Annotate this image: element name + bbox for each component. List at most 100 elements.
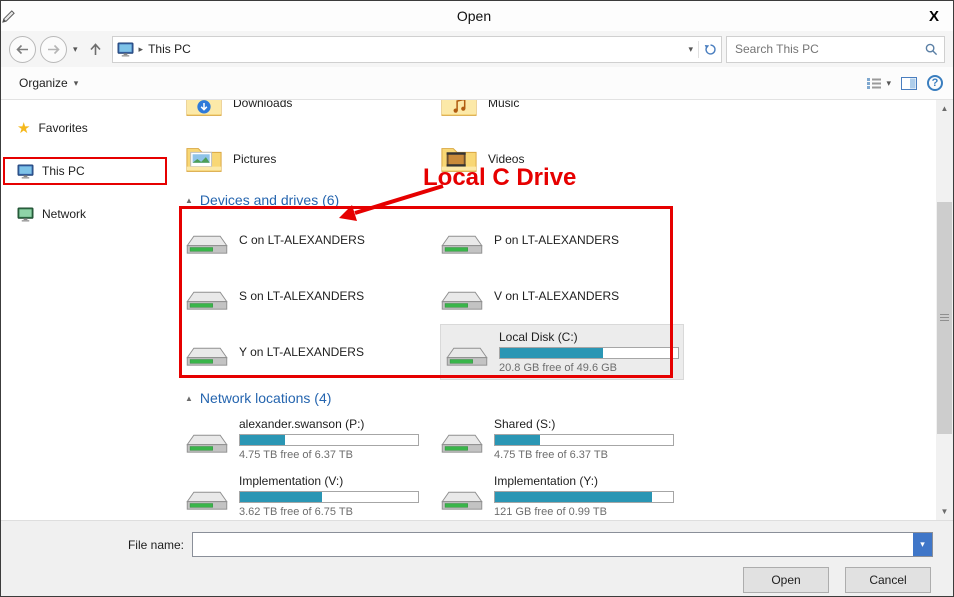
- capacity-bar: [494, 490, 674, 503]
- drive-tile-v[interactable]: V on LT-ALEXANDERS: [440, 268, 695, 324]
- navigation-bar: ▾ ▸ This PC ▾: [1, 31, 953, 67]
- organize-button[interactable]: Organize ▾: [11, 72, 86, 94]
- folder-name: Pictures: [233, 152, 277, 166]
- address-divider: [698, 40, 699, 58]
- annotation-box-this-pc: This PC: [3, 157, 167, 185]
- dialog-body: ★ Favorites This PC Network Downloads Mu…: [1, 100, 953, 520]
- filename-input[interactable]: [193, 533, 913, 556]
- network-grid: alexander.swanson (P:) 4.75 TB free of 6…: [185, 410, 936, 520]
- drive-tile-s[interactable]: S on LT-ALEXANDERS: [185, 268, 440, 324]
- devices-grid: C on LT-ALEXANDERS P on LT-ALEXANDERS S …: [185, 212, 936, 380]
- search-icon[interactable]: [925, 43, 938, 56]
- preview-pane-icon: [901, 76, 917, 90]
- drive-icon: [186, 235, 228, 254]
- drive-icon: [186, 347, 228, 366]
- drive-icon: [186, 291, 228, 310]
- preview-pane-button[interactable]: [901, 76, 917, 90]
- drive-info: Implementation (Y:) 121 GB free of 0.99 …: [494, 474, 674, 518]
- vertical-scrollbar[interactable]: ▲ ▼: [936, 100, 953, 520]
- free-space-text: 4.75 TB free of 6.37 TB: [494, 448, 608, 461]
- pencil-icon: [1, 9, 31, 24]
- cancel-button[interactable]: Cancel: [845, 567, 931, 593]
- drive-name: Y on LT-ALEXANDERS: [239, 345, 364, 359]
- drive-tile-y[interactable]: Y on LT-ALEXANDERS: [185, 324, 440, 380]
- change-view-button[interactable]: ▾: [866, 77, 891, 90]
- view-list-icon: [867, 77, 882, 89]
- drive-info: Local Disk (C:) 20.8 GB free of 49.6 GB: [499, 330, 679, 374]
- network-drive-tile-p[interactable]: alexander.swanson (P:) 4.75 TB free of 6…: [185, 410, 440, 467]
- capacity-bar: [239, 490, 419, 503]
- drive-icon: [441, 434, 483, 453]
- network-drive-tile-s[interactable]: Shared (S:) 4.75 TB free of 6.37 TB: [440, 410, 695, 467]
- refresh-icon: [704, 43, 716, 55]
- network-drive-tile-v[interactable]: Implementation (V:) 3.62 TB free of 6.75…: [185, 467, 440, 520]
- folder-tile-videos[interactable]: Videos: [440, 136, 695, 182]
- drive-tile-p[interactable]: P on LT-ALEXANDERS: [440, 212, 695, 268]
- open-button[interactable]: Open: [743, 567, 829, 593]
- drive-name: V on LT-ALEXANDERS: [494, 289, 620, 303]
- network-drive-tile-y[interactable]: Implementation (Y:) 121 GB free of 0.99 …: [440, 467, 695, 520]
- drive-icon: [441, 291, 483, 310]
- folder-name: Videos: [488, 152, 525, 166]
- free-space-text: 121 GB free of 0.99 TB: [494, 505, 607, 518]
- drive-icon: [441, 491, 483, 510]
- collapse-triangle-icon: ▲: [185, 393, 193, 403]
- capacity-bar-fill: [495, 491, 652, 502]
- computer-icon: [117, 41, 133, 57]
- capacity-bar-fill: [240, 491, 322, 502]
- window-title: Open: [456, 8, 492, 24]
- forward-button[interactable]: [40, 35, 67, 63]
- drive-info: alexander.swanson (P:) 4.75 TB free of 6…: [239, 417, 419, 461]
- sidebar-item-network[interactable]: Network: [1, 202, 171, 226]
- filename-dropdown-button[interactable]: ▾: [913, 533, 932, 556]
- drive-icon: [446, 347, 488, 366]
- folder-name: Downloads: [233, 100, 293, 110]
- sidebar-item-label: Favorites: [38, 121, 88, 135]
- drive-icon: [441, 235, 483, 254]
- scroll-up-button[interactable]: ▲: [936, 100, 953, 117]
- sidebar-item-favorites[interactable]: ★ Favorites: [1, 116, 171, 140]
- breadcrumb-chevron-icon: ▸: [138, 43, 144, 54]
- star-icon: ★: [17, 119, 31, 137]
- search-input[interactable]: [733, 41, 925, 57]
- downloads-folder-icon: [186, 100, 222, 116]
- drive-info: Shared (S:) 4.75 TB free of 6.37 TB: [494, 417, 674, 461]
- drive-icon: [186, 434, 228, 453]
- network-section-header[interactable]: ▲ Network locations (4): [185, 390, 936, 406]
- music-folder-icon: [441, 100, 477, 116]
- up-button[interactable]: [84, 37, 108, 61]
- capacity-bar: [239, 433, 419, 446]
- address-dropdown[interactable]: ▾: [688, 44, 693, 55]
- devices-section-header[interactable]: ▲ Devices and drives (6): [185, 192, 936, 208]
- folder-tile-pictures[interactable]: Pictures: [185, 136, 440, 182]
- network-icon: [17, 206, 34, 222]
- help-button[interactable]: ?: [927, 75, 943, 91]
- open-dialog: Open X ▾ ▸ This PC ▾ Search This PC Orga…: [0, 0, 954, 597]
- free-space-text: 4.75 TB free of 6.37 TB: [239, 448, 353, 461]
- recent-locations-dropdown[interactable]: ▾: [71, 44, 80, 55]
- drive-name: Implementation (V:): [239, 473, 344, 488]
- drive-name: C on LT-ALEXANDERS: [239, 233, 365, 247]
- capacity-bar-fill: [240, 434, 285, 445]
- drive-name: alexander.swanson (P:): [239, 416, 365, 431]
- breadcrumb[interactable]: This PC: [148, 42, 191, 56]
- close-button[interactable]: X: [917, 4, 951, 28]
- scrollbar-track[interactable]: [936, 117, 953, 503]
- capacity-bar: [494, 433, 674, 446]
- back-button[interactable]: [9, 35, 36, 63]
- refresh-button[interactable]: [704, 43, 717, 56]
- back-arrow-icon: [16, 44, 28, 54]
- scroll-down-button[interactable]: ▼: [936, 503, 953, 520]
- folder-tile-downloads[interactable]: Downloads: [185, 100, 440, 126]
- free-space-text: 3.62 TB free of 6.75 TB: [239, 505, 353, 518]
- folder-tile-music[interactable]: Music: [440, 100, 695, 126]
- view-dropdown-icon: ▾: [886, 77, 891, 88]
- address-bar[interactable]: ▸ This PC ▾: [111, 35, 722, 63]
- drive-tile-local-disk-c[interactable]: Local Disk (C:) 20.8 GB free of 49.6 GB: [440, 324, 684, 380]
- drive-tile-c[interactable]: C on LT-ALEXANDERS: [185, 212, 440, 268]
- scrollbar-grip-icon: [940, 313, 949, 322]
- scrollbar-thumb[interactable]: [937, 201, 952, 434]
- sidebar-item-this-pc[interactable]: This PC: [5, 159, 165, 183]
